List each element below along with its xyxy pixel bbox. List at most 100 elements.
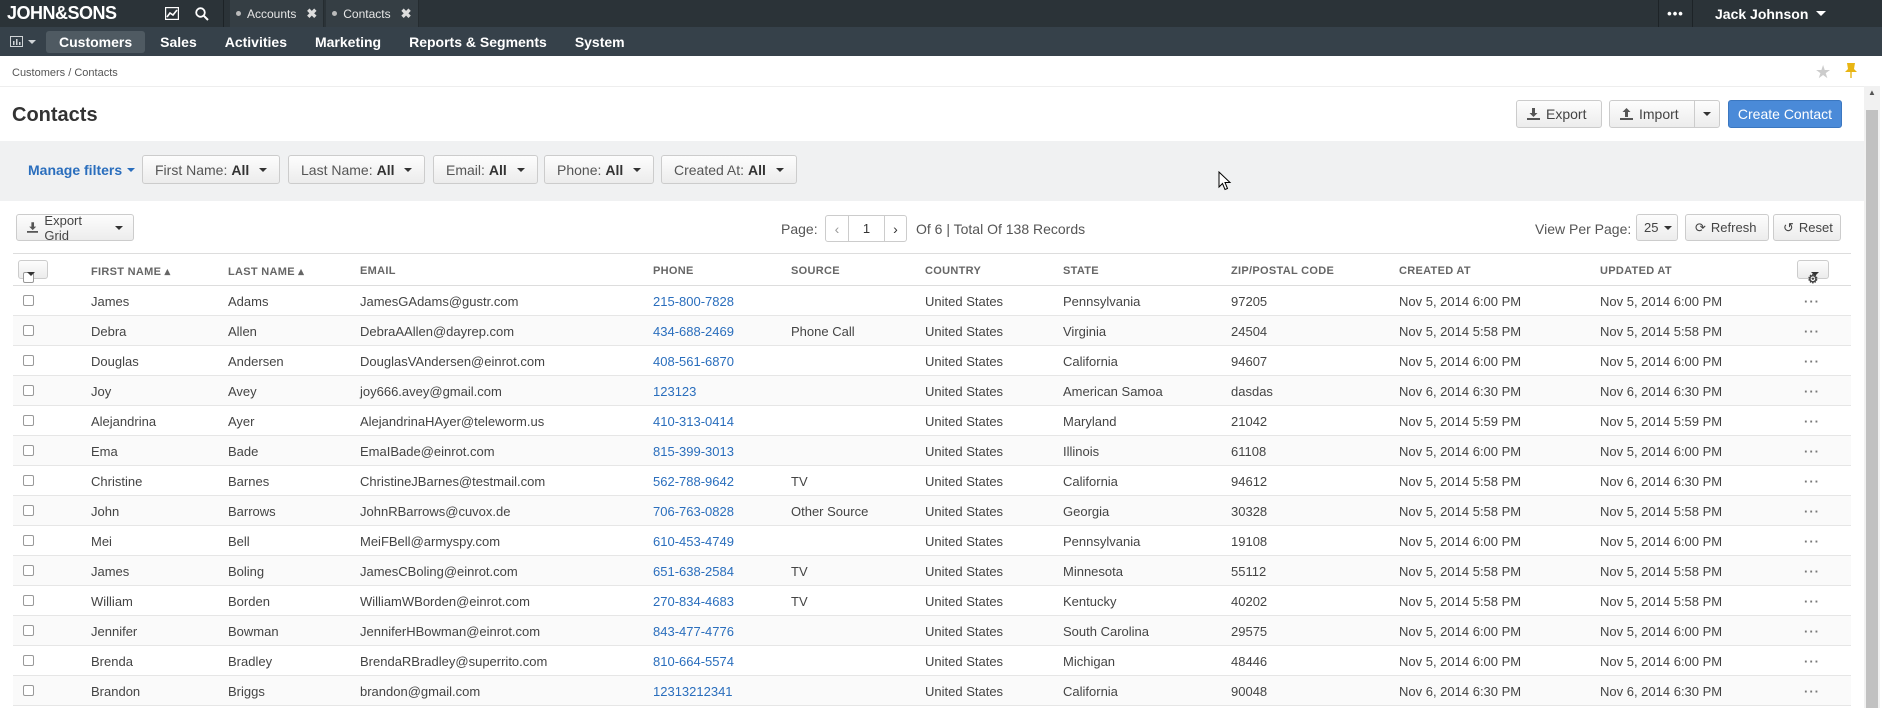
scroll-up-arrow-icon[interactable]: ▲ [1866, 88, 1878, 102]
table-row[interactable]: William Borden WilliamWBorden@einrot.com 27… [13, 586, 1851, 616]
row-actions-icon[interactable]: ··· [1804, 564, 1820, 579]
column-state[interactable]: STATE [1063, 265, 1099, 277]
table-row[interactable]: Brenda Bradley BrendaRBradley@superrito.co… [13, 646, 1851, 676]
cell-phone[interactable]: 215-800-7828 [653, 294, 734, 309]
search-icon[interactable] [187, 0, 217, 27]
row-actions-icon[interactable]: ··· [1804, 414, 1820, 429]
column-zip[interactable]: ZIP/POSTAL CODE [1231, 265, 1334, 277]
more-menu-button[interactable]: ••• [1658, 0, 1692, 27]
column-email[interactable]: EMAIL [360, 265, 396, 277]
table-row[interactable]: Brandon Briggs brandon@gmail.com 1231321234… [13, 676, 1851, 706]
row-checkbox[interactable] [23, 385, 34, 396]
user-menu[interactable]: Jack Johnson [1692, 0, 1882, 27]
import-button[interactable]: Import [1609, 100, 1695, 128]
reset-button[interactable]: ↺ Reset [1773, 214, 1841, 241]
row-checkbox[interactable] [23, 325, 34, 336]
nav-reports-segments[interactable]: Reports & Segments [396, 31, 560, 53]
row-actions-icon[interactable]: ··· [1804, 534, 1820, 549]
cell-phone[interactable]: 843-477-4776 [653, 624, 734, 639]
scrollbar-thumb[interactable] [1866, 110, 1878, 708]
column-source[interactable]: SOURCE [791, 265, 840, 277]
table-row[interactable]: John Barrows JohnRBarrows@cuvox.de 706-763-… [13, 496, 1851, 526]
row-actions-icon[interactable]: ··· [1804, 624, 1820, 639]
row-actions-icon[interactable]: ··· [1804, 384, 1820, 399]
row-checkbox[interactable] [23, 685, 34, 696]
filter-phone[interactable]: Phone: All [544, 155, 655, 184]
row-checkbox[interactable] [23, 355, 34, 366]
favorite-star-icon[interactable]: ★ [1815, 62, 1831, 83]
close-icon[interactable]: ✖ [401, 6, 412, 22]
cell-phone[interactable]: 12313212341 [653, 684, 733, 699]
row-actions-icon[interactable]: ··· [1804, 324, 1820, 339]
cell-phone[interactable]: 651-638-2584 [653, 564, 734, 579]
table-row[interactable]: Christine Barnes ChristineJBarnes@testmail… [13, 466, 1851, 496]
table-row[interactable]: Debra Allen DebraAAllen@dayrep.com 434-688-… [13, 316, 1851, 346]
row-actions-icon[interactable]: ··· [1804, 504, 1820, 519]
filter-email[interactable]: Email: All [433, 155, 538, 184]
cell-phone[interactable]: 270-834-4683 [653, 594, 734, 609]
row-checkbox[interactable] [23, 475, 34, 486]
row-actions-icon[interactable]: ··· [1804, 354, 1820, 369]
table-row[interactable]: Ema Bade EmaIBade@einrot.com 815-399-3013 Un… [13, 436, 1851, 466]
nav-marketing[interactable]: Marketing [302, 31, 394, 53]
column-created-at[interactable]: CREATED AT [1399, 265, 1471, 277]
row-actions-icon[interactable]: ··· [1804, 594, 1820, 609]
row-checkbox[interactable] [23, 445, 34, 456]
column-phone[interactable]: PHONE [653, 265, 694, 277]
app-logo[interactable]: JOHN&SONS [0, 3, 157, 24]
row-actions-icon[interactable]: ··· [1804, 684, 1820, 699]
cell-phone[interactable]: 562-788-9642 [653, 474, 734, 489]
row-checkbox[interactable] [23, 415, 34, 426]
row-checkbox[interactable] [23, 595, 34, 606]
export-button[interactable]: Export [1516, 100, 1602, 128]
column-country[interactable]: COUNTRY [925, 265, 981, 277]
cell-phone[interactable]: 706-763-0828 [653, 504, 734, 519]
pinned-tab-accounts[interactable]: Accounts ✖ [230, 0, 325, 27]
row-actions-icon[interactable]: ··· [1804, 474, 1820, 489]
row-checkbox[interactable] [23, 565, 34, 576]
table-row[interactable]: Alejandrina Ayer AlejandrinaHAyer@teleworm… [13, 406, 1851, 436]
row-checkbox[interactable] [23, 535, 34, 546]
column-last-name[interactable]: LAST NAME ▴ [228, 265, 304, 278]
cell-phone[interactable]: 815-399-3013 [653, 444, 734, 459]
table-row[interactable]: James Adams JamesGAdams@gustr.com 215-800-7… [13, 286, 1851, 316]
nav-system[interactable]: System [562, 31, 638, 53]
cell-phone[interactable]: 434-688-2469 [653, 324, 734, 339]
cell-phone[interactable]: 408-561-6870 [653, 354, 734, 369]
export-grid-button[interactable]: Export Grid [16, 213, 134, 243]
table-row[interactable]: Joy Avey joy666.avey@gmail.com 123123 United… [13, 376, 1851, 406]
grid-settings-button[interactable]: ⚙ [1797, 260, 1829, 286]
chevron-right-icon[interactable]: › [884, 216, 906, 241]
table-row[interactable]: James Boling JamesCBoling@einrot.com 651-63… [13, 556, 1851, 586]
cell-phone[interactable]: 810-664-5574 [653, 654, 734, 669]
chevron-left-icon[interactable]: ‹ [826, 216, 848, 241]
create-contact-button[interactable]: Create Contact [1728, 100, 1842, 128]
nav-customers[interactable]: Customers [46, 30, 146, 53]
table-row[interactable]: Mei Bell MeiFBell@armyspy.com 610-453-4749 U… [13, 526, 1851, 556]
manage-filters-button[interactable]: Manage filters [28, 162, 136, 178]
row-checkbox[interactable] [23, 625, 34, 636]
row-actions-icon[interactable]: ··· [1804, 294, 1820, 309]
view-per-page-select[interactable]: 25 [1636, 214, 1678, 241]
app-menu-button[interactable] [0, 36, 46, 47]
page-number-input[interactable]: 1 [848, 216, 884, 241]
nav-sales[interactable]: Sales [147, 31, 210, 53]
pin-icon[interactable] [1844, 62, 1858, 84]
row-checkbox[interactable] [23, 505, 34, 516]
pinned-tab-contacts[interactable]: Contacts ✖ [326, 0, 419, 27]
dashboard-icon[interactable] [157, 0, 187, 27]
nav-activities[interactable]: Activities [212, 31, 300, 53]
column-first-name[interactable]: FIRST NAME ▴ [91, 265, 170, 278]
cell-phone[interactable]: 610-453-4749 [653, 534, 734, 549]
table-row[interactable]: Douglas Andersen DouglasVAndersen@einrot.c… [13, 346, 1851, 376]
filter-last-name[interactable]: Last Name: All [288, 155, 426, 184]
filter-first-name[interactable]: First Name: All [142, 155, 281, 184]
row-checkbox[interactable] [23, 295, 34, 306]
row-actions-icon[interactable]: ··· [1804, 654, 1820, 669]
import-dropdown-button[interactable] [1694, 100, 1720, 128]
row-actions-icon[interactable]: ··· [1804, 444, 1820, 459]
cell-phone[interactable]: 123123 [653, 384, 696, 399]
table-row[interactable]: Jennifer Bowman JenniferHBowman@einrot.com… [13, 616, 1851, 646]
filter-created-at[interactable]: Created At: All [661, 155, 797, 184]
close-icon[interactable]: ✖ [306, 6, 317, 22]
